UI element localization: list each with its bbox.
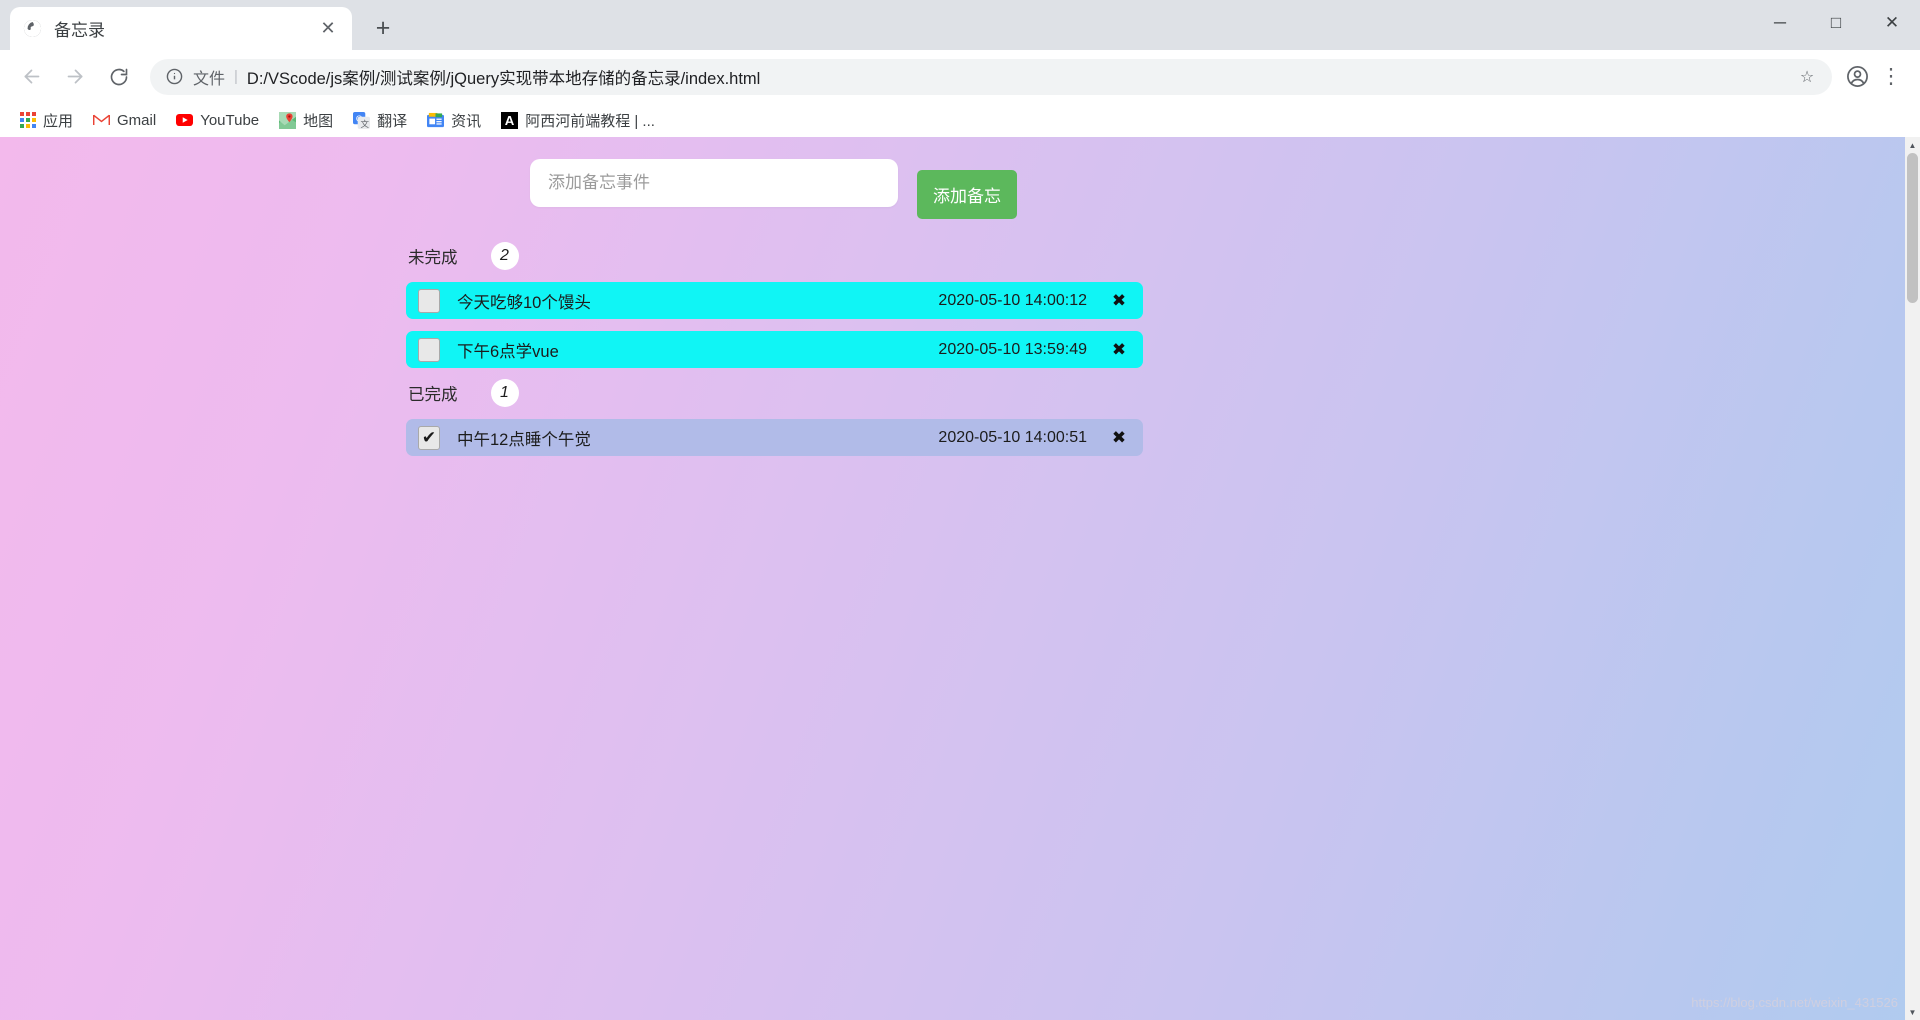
todo-checkbox[interactable] — [418, 337, 440, 362]
bookmark-gmail[interactable]: Gmail — [84, 107, 165, 133]
bookmarks-bar: 应用 Gmail YouTube 地图 文 翻译 资讯 A 阿西河前端教程 | … — [0, 103, 1920, 137]
list-item[interactable]: 下午6点学vue 2020-05-10 13:59:49 ✖ — [406, 331, 1143, 368]
new-tab-button[interactable]: + — [366, 11, 400, 45]
bookmark-label: YouTube — [200, 111, 260, 129]
reload-icon[interactable] — [100, 58, 138, 96]
profile-icon[interactable] — [1840, 60, 1874, 94]
svg-text:文: 文 — [361, 119, 370, 129]
window-close-icon[interactable]: ✕ — [1864, 0, 1920, 46]
bookmark-label: 应用 — [43, 112, 74, 130]
page-scrollbar[interactable]: ▲ ▼ — [1905, 137, 1920, 1020]
done-list: 中午12点睡个午觉 2020-05-10 14:00:51 ✖ — [0, 419, 1920, 456]
list-item[interactable]: 中午12点睡个午觉 2020-05-10 14:00:51 ✖ — [406, 419, 1143, 456]
add-memo-row: 添加备忘 — [0, 159, 1920, 219]
svg-text:A: A — [505, 113, 515, 128]
browser-window: 备忘录 ✕ + ─ □ ✕ 文件 | D:/VScode/js案例/测试案例/j… — [0, 0, 1920, 1020]
delete-icon[interactable]: ✖ — [1109, 340, 1129, 360]
add-memo-input[interactable] — [530, 159, 898, 207]
bookmark-youtube[interactable]: YouTube — [167, 107, 268, 133]
close-icon[interactable]: ✕ — [316, 17, 340, 41]
section-header-undone: 未完成 2 — [408, 242, 1920, 270]
todo-checkbox[interactable] — [418, 288, 440, 313]
tab-strip: 备忘录 ✕ + ─ □ ✕ — [0, 0, 1920, 50]
bookmark-label: 资讯 — [451, 112, 482, 130]
back-icon[interactable] — [12, 58, 50, 96]
todo-timestamp: 2020-05-10 14:00:12 — [938, 291, 1087, 309]
scroll-up-icon[interactable]: ▲ — [1905, 137, 1920, 153]
browser-toolbar: 文件 | D:/VScode/js案例/测试案例/jQuery实现带本地存储的备… — [0, 50, 1920, 103]
scroll-down-icon[interactable]: ▼ — [1905, 1004, 1920, 1020]
gmail-icon — [93, 112, 111, 129]
add-memo-button[interactable]: 添加备忘 — [917, 170, 1017, 219]
forward-icon[interactable] — [56, 58, 94, 96]
bookmark-axihe-tutorial[interactable]: A 阿西河前端教程 | ... — [492, 107, 664, 133]
maximize-icon[interactable]: □ — [1808, 0, 1864, 46]
bookmark-label: Gmail — [117, 111, 157, 129]
todo-checkbox[interactable] — [418, 425, 440, 450]
section-title: 已完成 — [408, 386, 458, 404]
url-separator: | — [234, 68, 238, 85]
bookmark-label: 翻译 — [377, 112, 408, 130]
bookmark-news[interactable]: 资讯 — [418, 107, 490, 133]
todo-text: 下午6点学vue — [457, 342, 559, 361]
todo-timestamp: 2020-05-10 13:59:49 — [938, 340, 1087, 358]
news-icon — [427, 112, 445, 129]
undone-list: 今天吃够10个馒头 2020-05-10 14:00:12 ✖ 下午6点学vue… — [0, 282, 1920, 368]
tab-title: 备忘录 — [54, 21, 105, 40]
info-icon[interactable] — [164, 67, 184, 87]
todo-text: 中午12点睡个午觉 — [457, 430, 591, 449]
browser-menu-icon[interactable]: ⋮ — [1874, 60, 1908, 94]
section-title: 未完成 — [408, 249, 458, 267]
address-bar[interactable]: 文件 | D:/VScode/js案例/测试案例/jQuery实现带本地存储的备… — [150, 58, 1832, 95]
globe-icon — [22, 19, 42, 39]
url-scheme-label: 文件 — [193, 70, 226, 88]
bookmark-label: 地图 — [303, 112, 334, 130]
url-text: D:/VScode/js案例/测试案例/jQuery实现带本地存储的备忘录/in… — [246, 69, 761, 88]
memo-app: 添加备忘 未完成 2 今天吃够10个馒头 2020-05-10 14:00:12… — [0, 137, 1920, 456]
translate-icon: G 文 — [353, 111, 371, 129]
todo-text: 今天吃够10个馒头 — [457, 293, 591, 312]
section-header-done: 已完成 1 — [408, 379, 1920, 407]
bookmark-maps[interactable]: 地图 — [270, 107, 342, 133]
bookmark-star-icon[interactable]: ☆ — [1790, 60, 1824, 94]
maps-icon — [279, 111, 297, 129]
section-count-badge: 2 — [490, 242, 519, 270]
window-controls: ─ □ ✕ — [1752, 0, 1920, 46]
youtube-icon — [176, 112, 194, 129]
section-count-badge: 1 — [490, 379, 519, 407]
bookmark-apps[interactable]: 应用 — [10, 107, 82, 133]
browser-tab[interactable]: 备忘录 ✕ — [10, 7, 352, 50]
apps-grid-icon — [19, 112, 36, 129]
watermark: https://blog.csdn.net/weixin_431526 — [1691, 995, 1898, 1010]
scrollbar-thumb[interactable] — [1907, 153, 1918, 303]
todo-timestamp: 2020-05-10 14:00:51 — [938, 428, 1087, 446]
page-viewport: 添加备忘 未完成 2 今天吃够10个馒头 2020-05-10 14:00:12… — [0, 137, 1920, 1020]
delete-icon[interactable]: ✖ — [1109, 428, 1129, 448]
bookmark-translate[interactable]: G 文 翻译 — [344, 107, 416, 133]
bookmark-label: 阿西河前端教程 | ... — [525, 112, 655, 130]
letter-a-icon: A — [501, 111, 519, 129]
delete-icon[interactable]: ✖ — [1109, 291, 1129, 311]
minimize-icon[interactable]: ─ — [1752, 0, 1808, 46]
list-item[interactable]: 今天吃够10个馒头 2020-05-10 14:00:12 ✖ — [406, 282, 1143, 319]
